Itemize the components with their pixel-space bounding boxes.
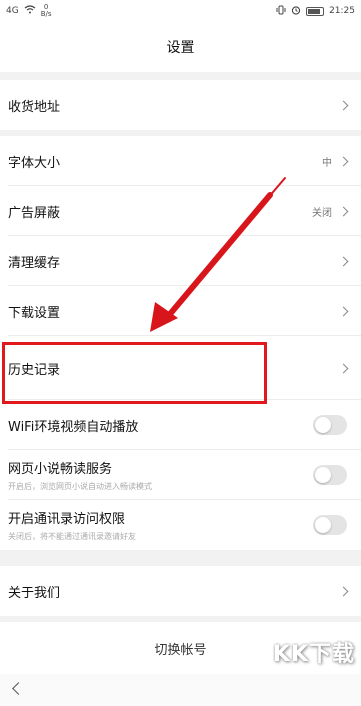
history-row[interactable]: 历史记录 [0, 336, 361, 400]
web-novel-label: 网页小说畅读服务 [8, 462, 113, 477]
signal-icon: 4G [6, 6, 19, 16]
history-label: 历史记录 [8, 362, 61, 378]
ad-block-value: 关闭 [312, 207, 332, 219]
contacts-permission-row: 开启通讯录访问权限 关闭后，将不能通过通讯录邀请好友 [0, 500, 361, 550]
web-novel-row: 网页小说畅读服务 开启后，浏览网页小说自动进入畅读模式 [0, 450, 361, 500]
watermark-logo: KK下载 [272, 642, 355, 667]
section-general: 字体大小 中 广告屏蔽 关闭 清理缓存 下载设置 历史记录 WiFi环境视频自动… [0, 136, 361, 550]
net-speed: 0 B/s [40, 3, 52, 18]
vibrate-icon [276, 5, 286, 18]
web-novel-description: 开启后，浏览网页小说自动进入畅读模式 [8, 482, 152, 491]
chevron-right-icon [338, 306, 349, 316]
chevron-right-icon [338, 100, 349, 110]
page-title-bar: 设置 [0, 22, 361, 72]
bottom-bar [0, 674, 361, 706]
ad-block-row[interactable]: 广告屏蔽 关闭 [0, 186, 361, 236]
web-novel-toggle[interactable] [313, 465, 347, 485]
wifi-autoplay-label: WiFi环境视频自动播放 [8, 419, 139, 435]
font-size-label: 字体大小 [8, 155, 61, 171]
download-settings-label: 下载设置 [8, 305, 61, 321]
chevron-right-icon [338, 256, 349, 266]
contacts-permission-label: 开启通讯录访问权限 [8, 512, 126, 527]
wifi-autoplay-row: WiFi环境视频自动播放 [0, 400, 361, 450]
chevron-right-icon [338, 206, 349, 216]
wifi-autoplay-toggle[interactable] [313, 415, 347, 435]
section-address: 收货地址 [0, 80, 361, 130]
section-about: 关于我们 [0, 566, 361, 616]
status-bar: 4G 0 B/s 21:25 [0, 0, 361, 22]
page-title: 设置 [166, 40, 195, 56]
chevron-right-icon [338, 156, 349, 166]
font-size-value: 中 [322, 157, 332, 169]
clock: 21:25 [329, 6, 355, 16]
about-label: 关于我们 [8, 585, 61, 601]
address-row[interactable]: 收货地址 [0, 80, 361, 130]
clear-cache-row[interactable]: 清理缓存 [0, 236, 361, 286]
contacts-permission-toggle[interactable] [313, 515, 347, 535]
address-label: 收货地址 [8, 99, 61, 115]
clear-cache-label: 清理缓存 [8, 255, 61, 271]
alarm-icon [291, 5, 301, 18]
contacts-permission-description: 关闭后，将不能通过通讯录邀请好友 [8, 532, 136, 541]
battery-icon [306, 6, 325, 16]
ad-block-label: 广告屏蔽 [8, 205, 61, 221]
download-settings-row[interactable]: 下载设置 [0, 286, 361, 336]
chevron-right-icon [338, 586, 349, 596]
font-size-row[interactable]: 字体大小 中 [0, 136, 361, 186]
about-row[interactable]: 关于我们 [0, 566, 361, 616]
chevron-right-icon [338, 363, 349, 373]
wifi-icon [24, 5, 36, 17]
back-icon[interactable] [12, 682, 25, 695]
switch-account-label: 切换帐号 [154, 642, 207, 658]
